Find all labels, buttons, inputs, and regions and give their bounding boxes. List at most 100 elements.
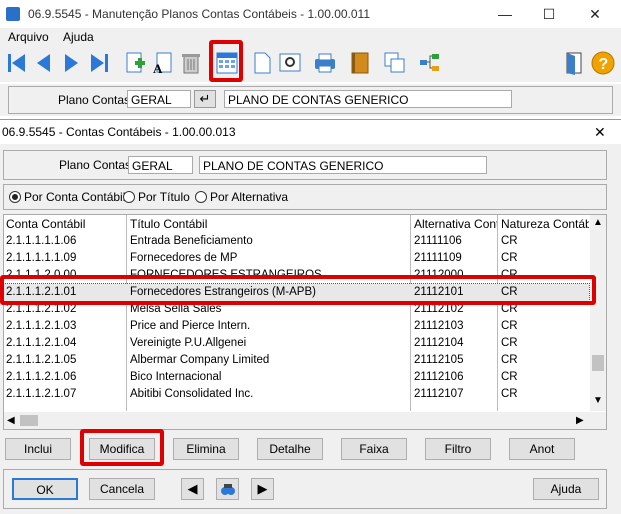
previous-icon[interactable]: ◀	[181, 478, 204, 500]
radio-por-alternativa[interactable]: Por Alternativa	[195, 190, 288, 204]
cell-conta: 2.1.1.1.1.1.09	[6, 252, 77, 264]
cell-alternativa: 21112106	[414, 371, 464, 383]
table-row[interactable]: 2.1.1.1.2.1.04 Vereinigte P.U.Allgenei 211…	[4, 335, 589, 352]
cell-alternativa: 21112104	[414, 337, 464, 349]
scroll-thumb[interactable]	[592, 355, 604, 371]
table-row[interactable]: 2.1.1.1.2.1.07 Abitibi Consolidated Inc. 2…	[4, 386, 589, 403]
document-icon[interactable]	[249, 50, 275, 76]
vertical-scrollbar[interactable]: ▲ ▼	[590, 215, 606, 411]
cell-alternativa: 21112103	[414, 320, 464, 332]
cell-conta: 2.1.1.1.2.1.03	[6, 320, 77, 332]
cell-conta: 2.1.1.1.2.1.06	[6, 371, 77, 383]
dialog-plano-code-field: GERAL	[128, 156, 193, 174]
table-row[interactable]: 2.1.1.1.1.1.09 Fornecedores de MP 21111109…	[4, 250, 589, 267]
cell-conta: 2.1.1.1.2.1.05	[6, 354, 77, 366]
main-title-bar: 06.9.5545 - Manutenção Planos Contas Con…	[0, 0, 621, 28]
preview-icon[interactable]	[277, 50, 303, 76]
cell-titulo: Price and Pierce Intern.	[130, 320, 251, 332]
first-record-button[interactable]	[4, 50, 30, 76]
cell-alternativa: 21111109	[414, 252, 462, 264]
enter-icon[interactable]: ↵	[194, 90, 216, 108]
previous-record-button[interactable]	[31, 50, 57, 76]
scroll-thumb-h[interactable]	[20, 415, 38, 426]
exit-door-icon[interactable]	[561, 50, 587, 76]
table-row[interactable]: 2.1.1.1.2.1.05 Albermar Company Limited 21…	[4, 352, 589, 369]
last-record-button[interactable]	[86, 50, 112, 76]
cell-alternativa: 21112105	[414, 354, 464, 366]
binoculars-icon[interactable]	[216, 478, 239, 500]
cell-titulo: Entrada Beneficiamento	[130, 235, 253, 247]
highlight-calendar-icon	[209, 40, 243, 82]
cell-titulo: Abitibi Consolidated Inc.	[130, 388, 254, 400]
toolbar: A ?	[0, 46, 621, 82]
cell-natureza: CR	[501, 388, 518, 400]
col-header-titulo[interactable]: Título Contábil	[130, 215, 410, 233]
next-record-button[interactable]	[58, 50, 84, 76]
ok-button[interactable]: OK	[12, 478, 78, 500]
dialog-plano-label: Plano Contas:	[59, 158, 135, 172]
next-icon[interactable]: ▶	[251, 478, 274, 500]
cell-titulo: Bico Internacional	[130, 371, 222, 383]
scroll-left-icon[interactable]: ◀	[7, 415, 15, 426]
print-icon[interactable]	[312, 50, 338, 76]
filtro-button[interactable]: Filtro	[425, 438, 491, 460]
highlight-selected-row	[0, 275, 596, 305]
main-plano-desc-field: PLANO DE CONTAS GENERICO	[224, 90, 512, 108]
trash-icon[interactable]	[178, 50, 204, 76]
table-row[interactable]: 2.1.1.1.2.1.03 Price and Pierce Intern. 21…	[4, 318, 589, 335]
menu-ajuda[interactable]: Ajuda	[63, 30, 94, 44]
scroll-up-icon[interactable]: ▲	[593, 217, 603, 228]
table-row[interactable]: 2.1.1.1.2.1.06 Bico Internacional 21112106…	[4, 369, 589, 386]
cell-conta: 2.1.1.1.1.1.06	[6, 235, 77, 247]
accounts-table: Conta Contábil Título Contábil Alternati…	[3, 214, 607, 430]
cancela-button[interactable]: Cancela	[89, 478, 155, 500]
menu-bar: Arquivo Ajuda	[0, 28, 621, 46]
col-header-natureza[interactable]: Natureza Contábil	[501, 215, 589, 233]
tree-structure-icon[interactable]	[417, 50, 443, 76]
cell-conta: 2.1.1.1.2.1.07	[6, 388, 77, 400]
cell-titulo: Fornecedores de MP	[130, 252, 238, 264]
dialog-title: 06.9.5545 - Contas Contábeis - 1.00.00.0…	[2, 125, 236, 139]
copy-icon[interactable]	[382, 50, 408, 76]
main-plano-panel: Plano Contas: GERAL ↵ PLANO DE CONTAS GE…	[0, 84, 621, 116]
menu-arquivo[interactable]: Arquivo	[8, 30, 49, 44]
cell-natureza: CR	[501, 320, 518, 332]
main-window-title: 06.9.5545 - Manutenção Planos Contas Con…	[28, 7, 371, 21]
table-row[interactable]: 2.1.1.1.1.1.06 Entrada Beneficiamento 2111…	[4, 233, 589, 250]
dialog-plano-desc-field: PLANO DE CONTAS GENERICO	[199, 156, 487, 174]
scroll-right-icon[interactable]: ▶	[576, 415, 584, 426]
edit-text-icon[interactable]: A	[150, 50, 176, 76]
elimina-button[interactable]: Elimina	[173, 438, 239, 460]
maximize-button[interactable]: ☐	[534, 4, 564, 24]
minimize-button[interactable]: —	[490, 4, 520, 24]
inclui-button[interactable]: Inclui	[5, 438, 71, 460]
dialog-close-icon[interactable]: ✕	[594, 124, 606, 141]
dialog-title-bar: 06.9.5545 - Contas Contábeis - 1.00.00.0…	[0, 120, 621, 144]
radio-por-titulo[interactable]: Por Título	[123, 190, 190, 204]
col-header-conta[interactable]: Conta Contábil	[6, 215, 124, 233]
cell-titulo: Vereinigte P.U.Allgenei	[130, 337, 247, 349]
app-icon	[6, 7, 20, 21]
cell-alternativa: 21112107	[414, 388, 464, 400]
cell-natureza: CR	[501, 371, 518, 383]
highlight-modifica-button	[80, 429, 164, 466]
ajuda-button[interactable]: Ajuda	[533, 478, 599, 500]
book-icon[interactable]	[347, 50, 373, 76]
add-record-icon[interactable]	[122, 50, 148, 76]
horizontal-scrollbar[interactable]: ◀ ▶	[4, 412, 606, 429]
cell-natureza: CR	[501, 235, 518, 247]
radio-por-conta[interactable]: Por Conta Contábil	[9, 190, 125, 204]
help-icon[interactable]: ?	[590, 50, 616, 76]
scroll-down-icon[interactable]: ▼	[593, 395, 603, 406]
cell-titulo: Albermar Company Limited	[130, 354, 270, 366]
col-header-alternativa[interactable]: Alternativa Conta	[414, 215, 498, 233]
close-button[interactable]: ✕	[580, 4, 610, 24]
cell-natureza: CR	[501, 337, 518, 349]
anot-button[interactable]: Anot	[509, 438, 575, 460]
cell-conta: 2.1.1.1.2.1.04	[6, 337, 77, 349]
detalhe-button[interactable]: Detalhe	[257, 438, 323, 460]
cell-alternativa: 21111106	[414, 235, 462, 247]
svg-text:A: A	[153, 61, 163, 76]
faixa-button[interactable]: Faixa	[341, 438, 407, 460]
main-plano-code-field[interactable]: GERAL	[127, 90, 191, 108]
